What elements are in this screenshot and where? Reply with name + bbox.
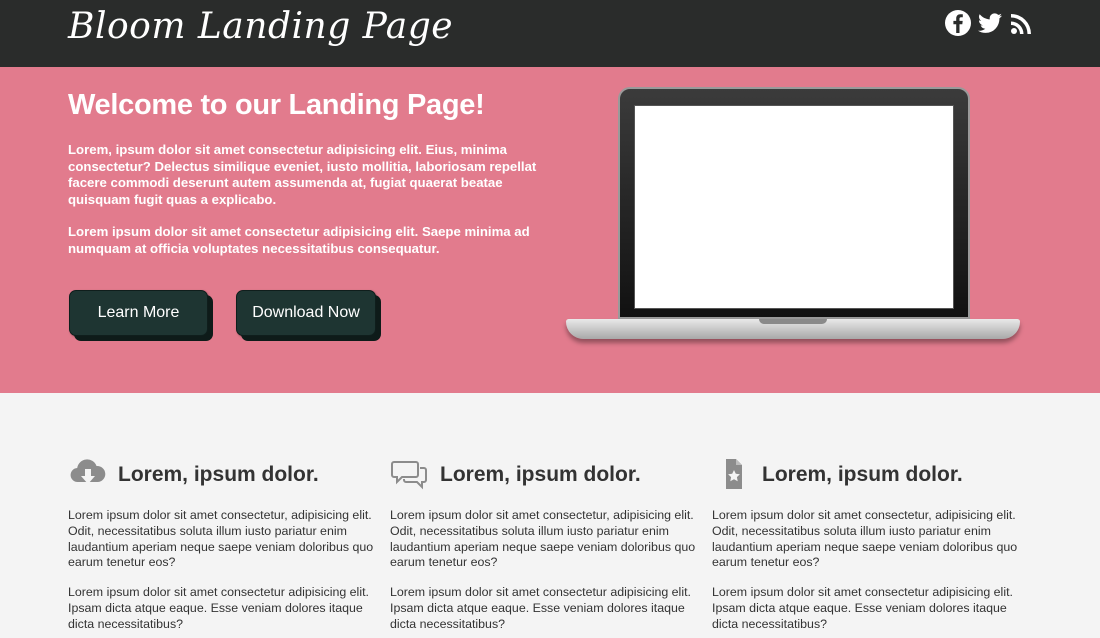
hero-paragraph-1: Lorem, ipsum dolor sit amet consectetur … (68, 142, 537, 207)
chat-bubbles-icon (390, 455, 434, 495)
feature-header: Lorem, ipsum dolor. (68, 455, 390, 495)
feature-title: Lorem, ipsum dolor. (440, 463, 641, 486)
laptop-image (566, 87, 1020, 349)
hero-section: Welcome to our Landing Page! Lorem, ipsu… (0, 67, 1100, 393)
cloud-download-icon (68, 455, 112, 495)
feature-column-2: Lorem, ipsum dolor. Lorem ipsum dolor si… (390, 455, 712, 633)
feature-title: Lorem, ipsum dolor. (762, 463, 963, 486)
laptop-lid (618, 87, 970, 319)
social-links (944, 9, 1036, 37)
feature-paragraph-1: Lorem ipsum dolor sit amet consectetur, … (712, 508, 1018, 570)
laptop-base (566, 319, 1020, 339)
hero-paragraph-2: Lorem ipsum dolor sit amet consectetur a… (68, 224, 530, 256)
hero-title: Welcome to our Landing Page! (68, 89, 485, 121)
rss-icon[interactable] (1008, 9, 1036, 37)
feature-paragraph-2: Lorem ipsum dolor sit amet consectetur a… (68, 585, 369, 631)
feature-paragraph-1: Lorem ipsum dolor sit amet consectetur, … (390, 508, 696, 570)
feature-paragraph-2: Lorem ipsum dolor sit amet consectetur a… (712, 585, 1013, 631)
laptop-screen (634, 105, 954, 309)
feature-header: Lorem, ipsum dolor. (390, 455, 712, 495)
site-logo[interactable]: Bloom Landing Page (68, 6, 453, 47)
learn-more-button[interactable]: Learn More (69, 290, 208, 336)
file-star-icon (712, 455, 756, 495)
feature-paragraph-1: Lorem ipsum dolor sit amet consectetur, … (68, 508, 374, 570)
feature-column-1: Lorem, ipsum dolor. Lorem ipsum dolor si… (68, 455, 390, 633)
twitter-icon[interactable] (976, 9, 1004, 37)
feature-column-3: Lorem, ipsum dolor. Lorem ipsum dolor si… (712, 455, 1034, 633)
facebook-icon[interactable] (944, 9, 972, 37)
top-header: Bloom Landing Page (0, 0, 1100, 67)
feature-title: Lorem, ipsum dolor. (118, 463, 319, 486)
download-now-button[interactable]: Download Now (236, 290, 376, 336)
feature-paragraph-2: Lorem ipsum dolor sit amet consectetur a… (390, 585, 691, 631)
feature-header: Lorem, ipsum dolor. (712, 455, 1034, 495)
laptop-notch (759, 319, 827, 324)
